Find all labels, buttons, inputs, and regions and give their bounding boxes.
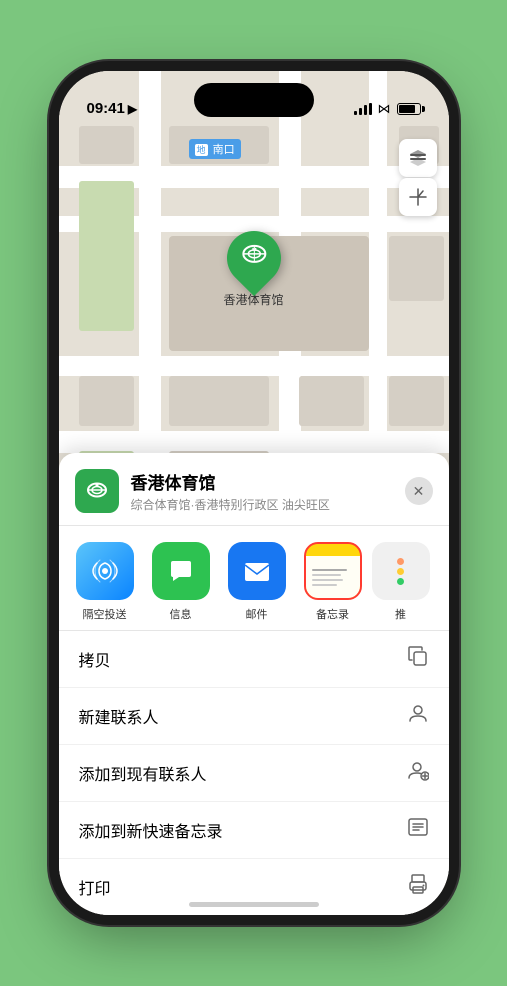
more-label: 推 bbox=[395, 606, 406, 622]
mail-icon bbox=[228, 542, 286, 600]
quick-note-icon bbox=[407, 816, 429, 844]
bottom-sheet: 香港体育馆 综合体育馆·香港特别行政区 油尖旺区 ✕ bbox=[59, 453, 449, 915]
quick-note-label: 添加到新快速备忘录 bbox=[79, 818, 223, 842]
print-icon bbox=[407, 873, 429, 901]
map-buttons bbox=[399, 139, 437, 216]
messages-icon bbox=[152, 542, 210, 600]
copy-label: 拷贝 bbox=[79, 647, 111, 671]
new-contact-label: 新建联系人 bbox=[79, 704, 159, 728]
marker-pin bbox=[215, 220, 291, 296]
new-contact-icon bbox=[407, 702, 429, 730]
venue-icon bbox=[75, 469, 119, 513]
status-time: 09:41 ▶ bbox=[87, 100, 138, 117]
messages-label: 信息 bbox=[170, 606, 192, 622]
action-list: 拷贝 新建联系人 添加到现有联系人 bbox=[59, 631, 449, 915]
status-icons: ⋈ bbox=[354, 101, 421, 117]
phone-frame: 09:41 ▶ ⋈ bbox=[59, 71, 449, 915]
action-add-contact[interactable]: 添加到现有联系人 bbox=[59, 745, 449, 802]
location-icon: ▶ bbox=[128, 102, 137, 116]
home-indicator bbox=[189, 902, 319, 907]
action-new-contact[interactable]: 新建联系人 bbox=[59, 688, 449, 745]
building bbox=[299, 376, 364, 426]
building bbox=[389, 236, 444, 301]
add-contact-label: 添加到现有联系人 bbox=[79, 761, 207, 785]
copy-icon bbox=[407, 645, 429, 673]
map-label: 地 南口 bbox=[189, 139, 241, 159]
wifi-icon: ⋈ bbox=[378, 101, 391, 117]
venue-subtitle: 综合体育馆·香港特别行政区 油尖旺区 bbox=[131, 496, 405, 513]
building bbox=[79, 126, 134, 164]
share-airdrop[interactable]: 隔空投送 bbox=[67, 542, 143, 622]
road bbox=[59, 356, 449, 376]
clock: 09:41 bbox=[87, 100, 125, 117]
venue-name: 香港体育馆 bbox=[131, 469, 405, 494]
share-notes[interactable]: 备忘录 bbox=[295, 542, 371, 622]
share-mail[interactable]: 邮件 bbox=[219, 542, 295, 622]
battery-icon bbox=[397, 103, 421, 115]
metro-icon: 地 bbox=[195, 144, 208, 156]
action-copy[interactable]: 拷贝 bbox=[59, 631, 449, 688]
share-more[interactable]: 推 bbox=[371, 542, 431, 622]
airdrop-label: 隔空投送 bbox=[83, 606, 127, 622]
stadium-icon bbox=[238, 240, 268, 277]
notes-icon bbox=[304, 542, 362, 600]
venue-header: 香港体育馆 综合体育馆·香港特别行政区 油尖旺区 ✕ bbox=[59, 453, 449, 526]
airdrop-icon bbox=[76, 542, 134, 600]
location-button[interactable] bbox=[399, 178, 437, 216]
signal-bars-icon bbox=[354, 103, 372, 115]
stadium-marker: 香港体育馆 bbox=[223, 231, 283, 308]
notes-label: 备忘录 bbox=[316, 606, 349, 622]
dynamic-island bbox=[194, 83, 314, 117]
building bbox=[79, 181, 134, 331]
share-row: 隔空投送 信息 邮件 bbox=[59, 526, 449, 631]
map-layers-button[interactable] bbox=[399, 139, 437, 177]
action-quick-note[interactable]: 添加到新快速备忘录 bbox=[59, 802, 449, 859]
add-contact-icon bbox=[407, 759, 429, 787]
more-icon bbox=[372, 542, 430, 600]
building bbox=[169, 376, 269, 426]
road bbox=[59, 431, 449, 453]
venue-info: 香港体育馆 综合体育馆·香港特别行政区 油尖旺区 bbox=[131, 469, 405, 513]
print-label: 打印 bbox=[79, 875, 111, 899]
building bbox=[389, 376, 444, 426]
close-button[interactable]: ✕ bbox=[405, 477, 433, 505]
share-messages[interactable]: 信息 bbox=[143, 542, 219, 622]
building bbox=[79, 376, 134, 426]
mail-label: 邮件 bbox=[246, 606, 268, 622]
